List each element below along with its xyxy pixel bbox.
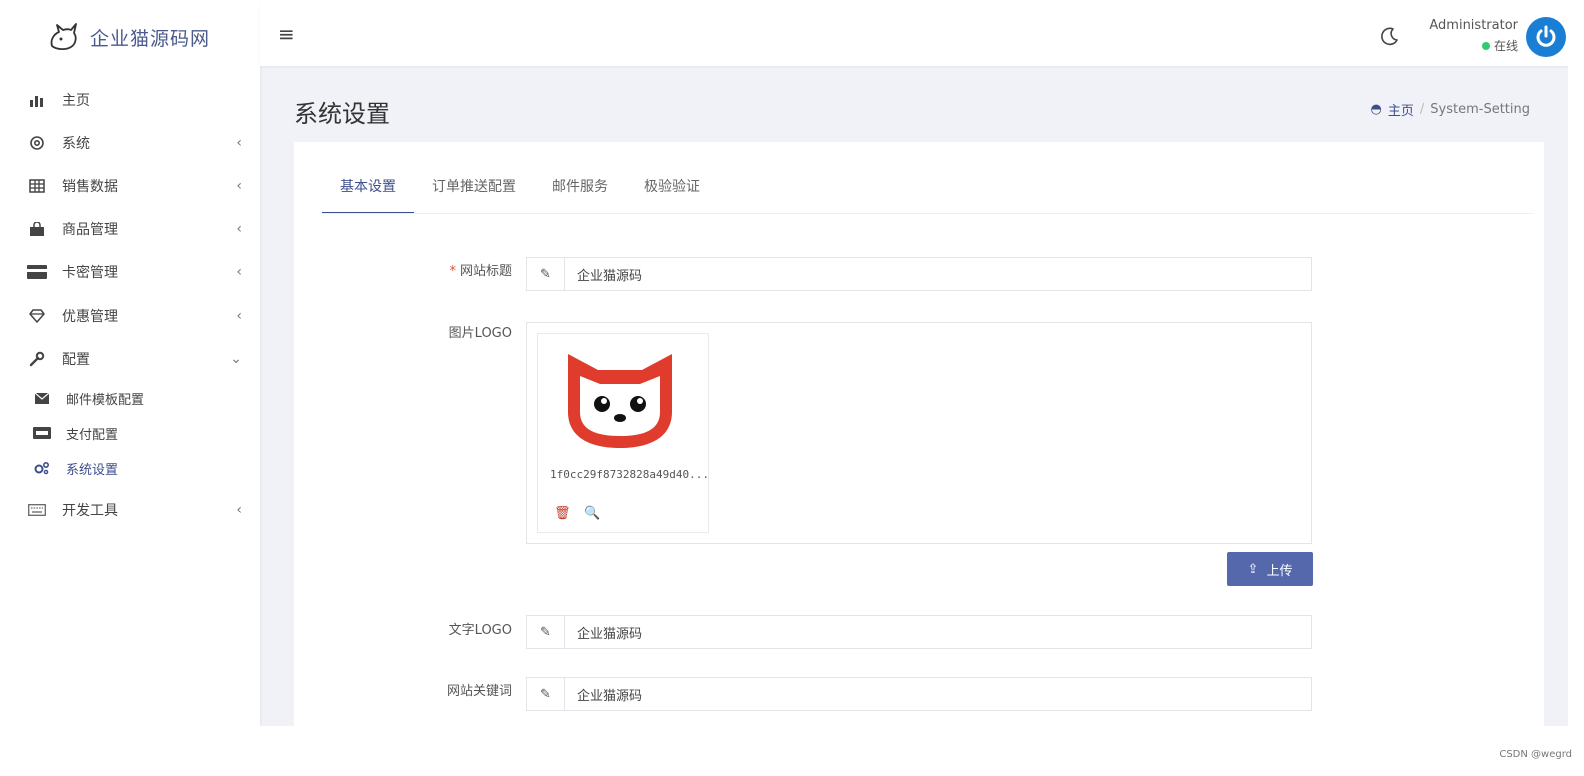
moon-icon[interactable] [1380,26,1400,46]
chevron-left-icon: ‹ [236,178,242,194]
hamburger-icon[interactable]: ≡ [278,22,295,46]
sidebar-subitem-system-settings[interactable]: 系统设置 [4,452,260,484]
breadcrumb-separator: / [1419,102,1425,117]
sidebar-item-home[interactable]: 主页 [4,80,260,120]
dashboard-icon: ◓ [1370,102,1382,117]
chevron-left-icon: ‹ [236,221,242,237]
diamond-icon [26,309,48,323]
table-icon [26,179,48,193]
sidebar-item-discounts[interactable]: 优惠管理 ‹ [4,296,260,336]
chevron-left-icon: ‹ [236,308,242,324]
sidebar-item-products[interactable]: 商品管理 ‹ [4,209,260,249]
sidebar-item-system[interactable]: 系统 ‹ [4,123,260,163]
keywords-value: 企业猫源码 [577,688,643,704]
shopping-bag-icon [26,221,48,237]
credit-card-icon [26,265,48,279]
breadcrumb: ◓ 主页 / System-Setting [1371,100,1530,119]
pencil-icon: ✎ [527,616,565,648]
watermark: CSDN @wegrd [1499,749,1572,760]
payment-card-icon [32,427,52,439]
site-title-field[interactable]: ✎ 企业猫源码 [526,257,1312,291]
app-window: 企业猫源码网 主页 系统 ‹ 销售数据 ‹ 商品管理 ‹ 卡密管理 ‹ 优惠管理… [4,4,1568,726]
bar-chart-icon [26,93,48,107]
logo-label: 图片LOGO [448,326,512,341]
tab-order-push[interactable]: 订单推送配置 [414,164,534,214]
sidebar-subitem-payment[interactable]: 支付配置 [4,417,260,449]
sidebar-item-label: 销售数据 [62,179,118,195]
chevron-left-icon: ‹ [236,135,242,151]
text-logo-label: 文字LOGO [448,623,512,638]
site-title-value: 企业猫源码 [577,268,643,284]
breadcrumb-current: System-Setting [1430,102,1530,117]
avatar[interactable] [1526,17,1566,57]
keywords-field[interactable]: ✎ 企业猫源码 [526,677,1312,711]
upload-icon: ⇪ [1247,561,1259,577]
sidebar-item-config[interactable]: 配置 ⌄ [4,339,260,379]
sidebar-item-label: 开发工具 [62,503,118,519]
required-marker: * [449,264,456,279]
trash-icon[interactable]: 🗑 [554,506,571,521]
user-name[interactable]: Administrator [1429,18,1518,33]
site-title-label: * 网站标题 [372,260,512,279]
brand[interactable]: 企业猫源码网 [4,4,260,70]
user-status: 在线 [1481,37,1518,54]
zoom-icon[interactable]: 🔍 [584,506,600,521]
power-icon [1536,25,1556,47]
envelope-icon [32,392,52,404]
upload-button-label: 上传 [1266,563,1293,579]
logo-upload-area: 1f0cc29f8732828a49d40... 🗑 🔍 [526,322,1312,544]
top-bar: ≡ Administrator 在线 [260,4,1568,66]
logo-thumbnail: 1f0cc29f8732828a49d40... 🗑 🔍 [537,333,709,533]
keyboard-icon [26,504,48,516]
sidebar-item-label: 系统 [62,136,90,152]
online-status-dot [1481,41,1490,50]
wrench-icon [26,351,48,367]
sidebar-item-label: 主页 [62,93,90,109]
settings-icon [26,135,48,151]
sidebar-item-sales-data[interactable]: 销售数据 ‹ [4,166,260,206]
site-title-label-text: 网站标题 [459,264,512,279]
chevron-left-icon: ‹ [236,502,242,518]
cat-logo-image [568,354,672,448]
sidebar-subitem-label: 支付配置 [66,427,119,443]
page-title: 系统设置 [294,100,390,128]
sidebar-subitem-label: 邮件模板配置 [66,392,145,408]
tab-bar: 基本设置 订单推送配置 邮件服务 极验验证 [322,164,718,214]
brand-logo-icon [50,23,77,51]
chevron-left-icon: ‹ [236,264,242,280]
text-logo-field[interactable]: ✎ 企业猫源码 [526,615,1312,649]
text-logo-value: 企业猫源码 [577,626,643,642]
tab-geetest[interactable]: 极验验证 [626,164,718,214]
brand-name: 企业猫源码网 [90,27,211,50]
keywords-label: 网站关键词 [446,684,512,699]
pencil-icon: ✎ [527,678,565,710]
cogs-icon [32,461,52,475]
tab-basic-settings[interactable]: 基本设置 [322,164,414,214]
pencil-icon: ✎ [527,258,565,290]
sidebar-item-label: 优惠管理 [62,309,118,325]
tab-divider [322,213,1534,214]
settings-card: 基本设置 订单推送配置 邮件服务 极验验证 * 网站标题 ✎ 企业猫源码 图片LO… [294,142,1544,726]
sidebar-item-dev-tools[interactable]: 开发工具 ‹ [4,490,260,530]
logo-file-name: 1f0cc29f8732828a49d40... [550,468,709,481]
sidebar: 企业猫源码网 主页 系统 ‹ 销售数据 ‹ 商品管理 ‹ 卡密管理 ‹ 优惠管理… [4,4,260,726]
sidebar-item-label: 卡密管理 [62,265,118,281]
tab-email-service[interactable]: 邮件服务 [534,164,626,214]
user-status-label: 在线 [1493,39,1518,53]
breadcrumb-home[interactable]: 主页 [1388,100,1414,119]
sidebar-item-label: 商品管理 [62,222,118,238]
sidebar-subitem-email-template[interactable]: 邮件模板配置 [4,382,260,414]
sidebar-item-card-keys[interactable]: 卡密管理 ‹ [4,252,260,292]
sidebar-subitem-label: 系统设置 [66,462,119,478]
upload-button[interactable]: ⇪ 上传 [1227,552,1313,586]
chevron-down-icon: ⌄ [230,351,242,367]
sidebar-item-label: 配置 [62,352,90,368]
